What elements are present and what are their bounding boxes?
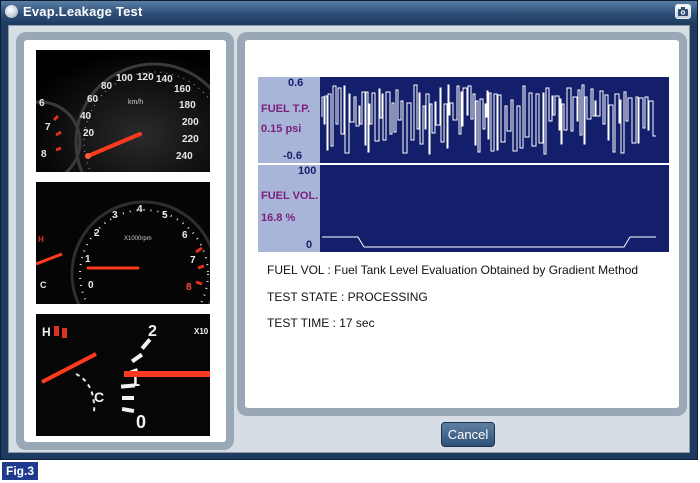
- fuel-vol-description: FUEL VOL : Fuel Tank Level Evaluation Ob…: [267, 263, 639, 277]
- fuel-tp-label: FUEL T.P.: [261, 103, 310, 115]
- dialog-body: 20 40 60 80 100 120 140 160 180 200 220 …: [8, 25, 690, 453]
- speed-tick-label: 220: [182, 134, 199, 145]
- rpm-closeup-label: 2: [148, 323, 157, 340]
- speed-tick-label: 180: [179, 100, 196, 111]
- rpm-unit-label: X1000rpm: [124, 236, 152, 242]
- fuel-tick-label: 8: [41, 149, 47, 160]
- screenshot-button[interactable]: [675, 4, 691, 19]
- test-time: TEST TIME : 17 sec: [267, 316, 375, 330]
- rpm-tick-label: 1: [85, 254, 91, 265]
- rpm-closeup-label: 0: [136, 412, 146, 432]
- title-bar: Evap.Leakage Test: [1, 1, 697, 23]
- fuel-vol-plot: [320, 165, 669, 252]
- tachometer-image: 0 1 2 3 4 5 6 7 8 H C X1000rpm: [36, 182, 210, 304]
- rpm-tick-label: 8: [186, 282, 192, 293]
- speed-tick-label: 240: [176, 151, 193, 162]
- speed-tick-label: 100: [116, 73, 133, 84]
- speed-tick-label: 60: [87, 94, 99, 105]
- cancel-button[interactable]: Cancel: [441, 422, 495, 447]
- figure-label: Fig.3: [2, 462, 39, 480]
- evap-leakage-test-window: Evap.Leakage Test 20 40 60 80 100 120 14…: [0, 0, 698, 460]
- fuel-tp-min-label: -0.6: [283, 150, 302, 162]
- rpm-tick-label: 3: [112, 210, 118, 221]
- rpm-closeup-unit: X10: [194, 327, 209, 336]
- fuel-vol-label: FUEL VOL.: [261, 190, 318, 202]
- fuel-vol-value: 16.8 %: [261, 212, 295, 224]
- speed-tick-label: 120: [137, 72, 154, 83]
- speed-tick-label: 160: [174, 84, 191, 95]
- rpm-tick-label: 0: [88, 280, 94, 291]
- fuel-tick-label: 7: [45, 122, 51, 133]
- gauge-image-panel: 20 40 60 80 100 120 140 160 180 200 220 …: [16, 32, 234, 450]
- speed-tick-label: 80: [101, 81, 113, 92]
- sensor-graph: 0.6 FUEL T.P. 0.15 psi -0.6 100 FUEL VOL…: [258, 77, 669, 252]
- rpm-tick-label: 7: [190, 255, 196, 266]
- rpm-tick-label: 4: [137, 204, 143, 215]
- window-title: Evap.Leakage Test: [23, 4, 143, 19]
- fuel-vol-max-label: 100: [298, 165, 316, 177]
- temp-cold-label: C: [94, 389, 104, 405]
- rpm-tick-label: 5: [162, 210, 168, 221]
- test-state: TEST STATE : PROCESSING: [267, 290, 428, 304]
- speedometer-image: 20 40 60 80 100 120 140 160 180 200 220 …: [36, 50, 210, 172]
- speed-tick-label: 40: [80, 111, 92, 122]
- fuel-tp-max-label: 0.6: [288, 77, 303, 89]
- camera-icon: [678, 7, 688, 16]
- speed-tick-label: 140: [156, 74, 173, 85]
- tachometer-closeup-image: 0 1 2 X10 H C: [36, 314, 210, 436]
- rpm-tick-label: 2: [94, 228, 100, 239]
- fuel-vol-min-label: 0: [306, 239, 312, 251]
- app-icon: [5, 5, 18, 18]
- fuel-tp-value: 0.15 psi: [261, 123, 301, 135]
- fuel-tick-label: 6: [39, 98, 45, 109]
- rpm-tick-label: 6: [182, 230, 188, 241]
- speed-tick-label: 20: [83, 128, 95, 139]
- temp-hot-label: H: [38, 235, 44, 244]
- test-monitor-panel: 0.6 FUEL T.P. 0.15 psi -0.6 100 FUEL VOL…: [237, 32, 687, 416]
- temp-cold-label: C: [40, 280, 47, 290]
- temp-hot-label: H: [42, 325, 51, 339]
- speed-unit-label: km/h: [128, 99, 143, 106]
- speed-tick-label: 200: [182, 117, 199, 128]
